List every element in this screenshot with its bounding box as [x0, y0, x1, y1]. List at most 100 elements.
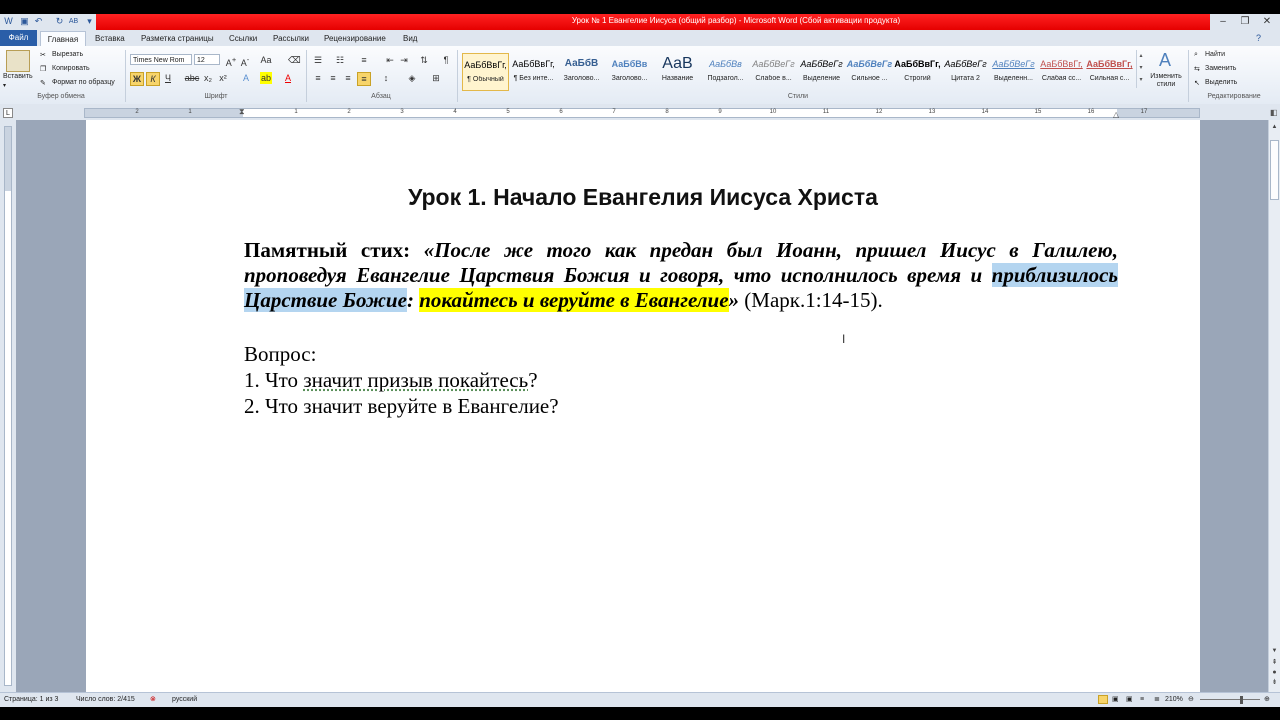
style-title[interactable]: АаВ Название	[654, 53, 701, 91]
tab-review[interactable]: Рецензирование	[324, 32, 386, 45]
horizontal-ruler[interactable]: ⧗ △ 2 1 1 2 3 4 5 6 7 8 9 10 11 12 13 14…	[84, 107, 1200, 119]
style-intense-quote[interactable]: АаБбВеГг Выделенн...	[990, 53, 1037, 91]
paste-dropdown-icon[interactable]: ▾	[3, 82, 6, 89]
question-1-grammar-flag[interactable]: значит призыв покайтесь	[303, 368, 528, 392]
style-quote-2[interactable]: АаБбВеГг Цитата 2	[942, 53, 989, 91]
replace-button[interactable]: Заменить	[1205, 65, 1236, 72]
indent-marker-icon[interactable]: ⧗	[239, 107, 245, 117]
word-count-status[interactable]: Число слов: 2/415	[76, 693, 135, 707]
line-spacing-icon[interactable]: ↕	[380, 72, 392, 84]
superscript-button[interactable]: x²	[217, 72, 229, 84]
change-styles-button[interactable]: Изменить стили	[1146, 73, 1186, 89]
vertical-scrollbar[interactable]: ▲ ▼ ⇞ ● ⇟	[1268, 120, 1280, 692]
vertical-ruler[interactable]	[4, 126, 12, 686]
style-subtitle[interactable]: АаБбВв Подзагол...	[702, 53, 749, 91]
tab-mailings[interactable]: Рассылки	[273, 32, 309, 45]
styles-scroll-icon[interactable]: ▴ ▾ ▾	[1136, 50, 1145, 88]
multilevel-list-icon[interactable]: ≡	[358, 54, 370, 66]
align-right-icon[interactable]: ≡	[342, 72, 354, 84]
font-size-field[interactable]: 12	[194, 54, 220, 65]
style-strong[interactable]: АаБбВвГг, Строгий	[894, 53, 941, 91]
paste-icon[interactable]	[6, 50, 30, 72]
view-ruler-icon[interactable]: ◧	[1270, 108, 1278, 117]
web-layout-view-icon[interactable]: ▣	[1126, 693, 1133, 707]
previous-page-icon[interactable]: ⇞	[1270, 658, 1279, 668]
select-button[interactable]: Выделить	[1205, 79, 1237, 86]
borders-icon[interactable]: ⊞	[430, 72, 442, 84]
style-intense-reference[interactable]: АаБбВвГг, Сильная с...	[1086, 53, 1133, 91]
draft-view-icon[interactable]: ≣	[1154, 693, 1160, 707]
sort-icon[interactable]: ⇅	[418, 54, 430, 66]
change-styles-icon[interactable]: A	[1154, 49, 1176, 71]
format-painter-button[interactable]: Формат по образцу	[52, 79, 115, 86]
style-normal[interactable]: АаБбВвГг, ¶ Обычный	[462, 53, 509, 91]
show-marks-icon[interactable]: ¶	[440, 54, 452, 66]
strikethrough-button[interactable]: abc	[184, 72, 200, 84]
copy-button[interactable]: Копировать	[52, 65, 90, 72]
customize-quick-access-icon[interactable]: ▾	[84, 16, 95, 27]
tab-insert[interactable]: Вставка	[95, 32, 125, 45]
bold-button[interactable]: Ж	[130, 72, 144, 86]
undo-icon[interactable]: ↶	[33, 16, 44, 27]
tab-home[interactable]: Главная	[40, 31, 86, 47]
font-name-field[interactable]: Times New Rom	[130, 54, 192, 65]
style-heading-2[interactable]: АаБбВв Заголово...	[606, 53, 653, 91]
cut-button[interactable]: Вырезать	[52, 51, 83, 58]
maximize-button[interactable]: ❐	[1234, 15, 1256, 28]
help-icon[interactable]: ?	[1256, 32, 1261, 45]
zoom-slider[interactable]	[1200, 699, 1260, 700]
subscript-button[interactable]: x₂	[202, 72, 214, 84]
zoom-in-icon[interactable]: ⊕	[1264, 693, 1270, 707]
numbering-icon[interactable]: ☷	[334, 54, 346, 66]
paste-button[interactable]: Вставить	[3, 73, 33, 80]
tab-references[interactable]: Ссылки	[229, 32, 257, 45]
shrink-font-icon[interactable]: A-	[239, 54, 251, 68]
close-button[interactable]: ✕	[1256, 15, 1278, 28]
increase-indent-icon[interactable]: ⇥	[398, 54, 410, 66]
tab-view[interactable]: Вид	[403, 32, 417, 45]
style-intense-emphasis[interactable]: АаБбВеГг Сильное ...	[846, 53, 893, 91]
zoom-level[interactable]: 210%	[1165, 693, 1183, 707]
clear-formatting-icon[interactable]: ⌫	[288, 54, 301, 66]
zoom-slider-thumb[interactable]	[1240, 696, 1243, 704]
align-left-icon[interactable]: ≡	[312, 72, 324, 84]
style-emphasis[interactable]: АаБбВеГг Выделение	[798, 53, 845, 91]
proofing-error-icon[interactable]: ⊗	[150, 693, 156, 707]
redo-icon[interactable]: ↻	[54, 16, 65, 27]
style-heading-1[interactable]: АаБбВ Заголово...	[558, 53, 605, 91]
style-subtle-emphasis[interactable]: АаБбВеГг Слабое в...	[750, 53, 797, 91]
next-page-icon[interactable]: ⇟	[1270, 678, 1279, 688]
scroll-thumb[interactable]	[1270, 140, 1279, 200]
underline-button[interactable]: Ч	[162, 72, 174, 84]
tab-page-layout[interactable]: Разметка страницы	[141, 32, 214, 45]
find-button[interactable]: Найти	[1205, 51, 1225, 58]
tab-file[interactable]: Файл	[0, 30, 37, 46]
spellcheck-icon[interactable]: AB	[68, 16, 79, 27]
font-color-icon[interactable]: A	[282, 72, 294, 84]
word-icon[interactable]: W	[3, 16, 14, 27]
save-icon[interactable]: ▣	[19, 16, 30, 27]
scroll-down-icon[interactable]: ▼	[1270, 646, 1279, 656]
italic-button[interactable]: К	[146, 72, 160, 86]
decrease-indent-icon[interactable]: ⇤	[384, 54, 396, 66]
bullets-icon[interactable]: ☰	[312, 54, 324, 66]
align-center-icon[interactable]: ≡	[327, 72, 339, 84]
scroll-up-icon[interactable]: ▲	[1270, 122, 1279, 132]
shading-icon[interactable]: ◈	[406, 72, 418, 84]
language-status[interactable]: русский	[172, 693, 197, 707]
document-page[interactable]: Урок 1. Начало Евангелия Иисуса Христа П…	[86, 120, 1200, 692]
full-screen-view-icon[interactable]: ▣	[1112, 693, 1119, 707]
minimize-button[interactable]: –	[1212, 15, 1234, 28]
text-effects-icon[interactable]: A	[240, 72, 252, 84]
style-subtle-reference[interactable]: АаБбВвГг, Слабая сс...	[1038, 53, 1085, 91]
style-no-spacing[interactable]: АаБбВвГг, ¶ Без инте...	[510, 53, 557, 91]
change-case-icon[interactable]: Aa	[260, 54, 272, 66]
tab-selector-icon[interactable]: L	[3, 108, 13, 118]
justify-icon[interactable]: ≡	[357, 72, 371, 86]
highlight-icon[interactable]: ab	[260, 72, 272, 84]
browse-object-icon[interactable]: ●	[1270, 668, 1279, 678]
outline-view-icon[interactable]: ≡	[1140, 693, 1144, 707]
page-count-status[interactable]: Страница: 1 из 3	[4, 693, 58, 707]
right-indent-marker-icon[interactable]: △	[1113, 110, 1119, 119]
zoom-out-icon[interactable]: ⊖	[1188, 693, 1194, 707]
